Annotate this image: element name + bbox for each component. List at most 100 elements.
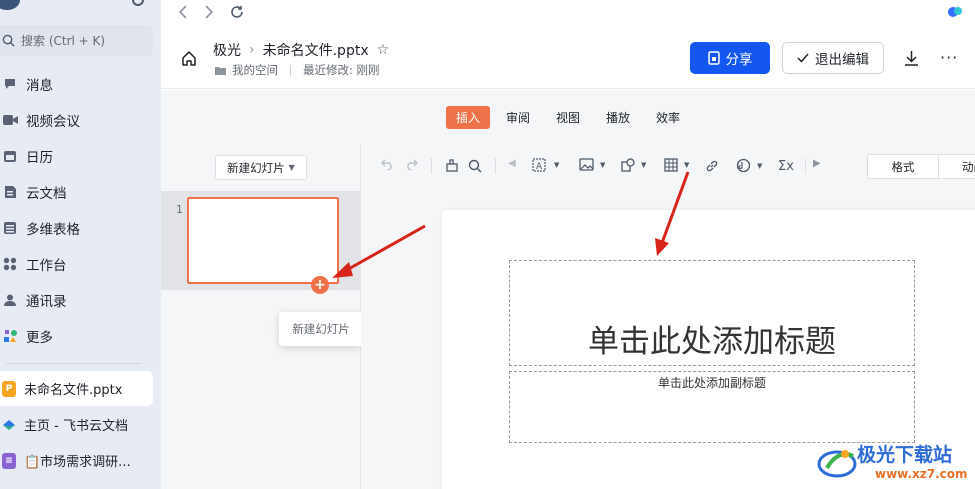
insert-toolbar: ◀ A ▼ ▼ ▼ ▼ ▼ Σx ▶ 格式 动画 <box>361 144 975 190</box>
table-insert-icon[interactable]: ▼ <box>664 158 689 172</box>
tab-play[interactable]: 播放 <box>596 106 640 129</box>
format-painter-icon[interactable] <box>445 159 459 173</box>
star-icon[interactable]: ☆ <box>377 42 390 58</box>
pptx-file-icon: P <box>2 380 16 397</box>
exit-edit-label: 退出编辑 <box>815 52 869 68</box>
sidebar-item-bitable[interactable]: 多维表格 <box>0 210 161 246</box>
svg-text:A: A <box>536 162 543 172</box>
workplace-icon <box>2 256 18 272</box>
bitable-file-icon: ≡ <box>2 452 16 469</box>
watermark-logo: 极光下载站 www.xz7.com <box>815 438 975 489</box>
recent-item-label: 未命名文件.pptx <box>24 383 123 398</box>
recent-list: P 未命名文件.pptx 主页 - 飞书云文档 ≡ 📋市场需求调研... <box>0 371 161 479</box>
tab-format[interactable]: 格式 <box>867 154 939 179</box>
search-icon <box>2 34 15 47</box>
sidebar-nav: 消息 视频会议 日历 云文档 多维表格 工作台 通讯录 更多 <box>0 66 161 354</box>
table-icon <box>2 220 18 236</box>
more-options-icon[interactable]: ··· <box>940 48 958 67</box>
tab-review[interactable]: 审阅 <box>496 106 540 129</box>
cloud-doc-icon <box>2 184 18 200</box>
recent-item-label: 📋市场需求调研... <box>24 455 131 470</box>
slide-number: 1 <box>176 203 183 216</box>
share-label: 分享 <box>725 52 753 68</box>
new-slide-button[interactable]: 新建幻灯片 ▼ <box>215 155 307 180</box>
sidebar-item-cloud-docs[interactable]: 云文档 <box>0 174 161 210</box>
sidebar-item-label: 通讯录 <box>26 294 67 310</box>
sidebar-item-label: 日历 <box>26 150 53 166</box>
more-apps-icon <box>2 328 18 344</box>
search-input[interactable]: 搜索 (Ctrl + K) <box>0 25 153 56</box>
scroll-right-icon[interactable]: ▶ <box>813 158 821 169</box>
sidebar-item-workplace[interactable]: 工作台 <box>0 246 161 282</box>
link-icon[interactable] <box>705 159 719 173</box>
new-slide-label: 新建幻灯片 <box>227 160 285 175</box>
home-icon[interactable] <box>181 50 197 66</box>
sidebar-item-contacts[interactable]: 通讯录 <box>0 282 161 318</box>
recent-item-pptx[interactable]: P 未命名文件.pptx <box>0 371 153 406</box>
tab-animation[interactable]: 动画 <box>939 154 975 179</box>
browser-nav <box>161 0 975 23</box>
image-icon[interactable]: ▼ <box>579 158 605 171</box>
recent-item-survey[interactable]: ≡ 📋市场需求调研... <box>0 443 161 478</box>
aurora-logo-icon <box>817 450 857 478</box>
exit-edit-button[interactable]: 退出编辑 <box>782 42 884 74</box>
back-icon[interactable] <box>178 4 188 19</box>
sidebar: 搜索 (Ctrl + K) 消息 视频会议 日历 云文档 多维表格 工作台 通讯… <box>0 0 161 489</box>
undo-icon[interactable] <box>381 159 394 170</box>
assistant-icon[interactable] <box>947 5 963 19</box>
caret-down-icon: ▼ <box>288 163 295 172</box>
message-icon <box>2 76 18 92</box>
tab-view[interactable]: 视图 <box>546 106 590 129</box>
doc-location[interactable]: 我的空间 <box>232 62 278 78</box>
sidebar-item-label: 多维表格 <box>26 222 80 238</box>
search-placeholder: 搜索 (Ctrl + K) <box>21 34 106 48</box>
shape-icon[interactable]: ▼ <box>621 158 646 172</box>
video-icon <box>2 112 18 128</box>
slide-thumbnail[interactable] <box>187 197 339 284</box>
download-icon[interactable] <box>904 50 919 66</box>
breadcrumb-root[interactable]: 极光 <box>213 40 241 60</box>
doc-meta: 我的空间 最近修改: 刚刚 <box>215 62 380 78</box>
feishu-docs-icon <box>2 417 16 433</box>
add-slide-plus-icon[interactable]: + <box>311 276 329 294</box>
folder-icon <box>215 66 226 75</box>
sidebar-item-label: 消息 <box>26 78 53 94</box>
lock-icon <box>707 51 720 65</box>
forward-icon[interactable] <box>204 4 214 19</box>
media-icon[interactable]: ▼ <box>736 158 762 173</box>
sidebar-item-label: 工作台 <box>26 258 67 274</box>
title-placeholder[interactable]: 单击此处添加标题 <box>509 260 915 366</box>
formula-icon[interactable]: Σx <box>778 159 794 174</box>
contacts-icon <box>2 292 18 308</box>
watermark-name: 极光下载站 <box>857 444 953 466</box>
subtitle-placeholder[interactable]: 单击此处添加副标题 <box>509 371 915 443</box>
sidebar-item-video[interactable]: 视频会议 <box>0 102 161 138</box>
doc-title[interactable]: 未命名文件.pptx <box>263 40 369 60</box>
recent-item-home[interactable]: 主页 - 飞书云文档 <box>0 407 161 442</box>
breadcrumb: 极光 › 未命名文件.pptx ☆ <box>213 40 389 60</box>
redo-icon[interactable] <box>405 159 418 170</box>
sidebar-item-messages[interactable]: 消息 <box>0 66 161 102</box>
doc-last-modified: 最近修改: 刚刚 <box>303 63 380 77</box>
sidebar-item-more[interactable]: 更多 <box>0 318 161 354</box>
scroll-left-icon[interactable]: ◀ <box>508 158 516 169</box>
search-icon[interactable] <box>468 159 482 173</box>
user-avatar[interactable] <box>0 0 20 10</box>
tab-efficiency[interactable]: 效率 <box>646 106 690 129</box>
calendar-icon <box>2 148 18 164</box>
doc-header: 极光 › 未命名文件.pptx ☆ 我的空间 最近修改: 刚刚 分享 退出编辑 … <box>161 23 975 89</box>
chevron-right-icon: › <box>249 42 255 58</box>
status-icon <box>132 0 144 6</box>
sidebar-item-label: 更多 <box>26 330 53 346</box>
sidebar-item-label: 视频会议 <box>26 114 80 130</box>
refresh-icon[interactable] <box>230 5 244 19</box>
ribbon-tabs: 插入 审阅 视图 播放 效率 <box>161 90 975 144</box>
textbox-icon[interactable]: A ▼ <box>532 158 559 172</box>
tab-insert[interactable]: 插入 <box>445 105 490 129</box>
share-button[interactable]: 分享 <box>690 42 770 74</box>
watermark-url: www.xz7.com <box>875 467 968 481</box>
sidebar-divider <box>6 363 142 364</box>
sidebar-item-label: 云文档 <box>26 186 67 202</box>
recent-item-label: 主页 - 飞书云文档 <box>24 419 128 434</box>
sidebar-item-calendar[interactable]: 日历 <box>0 138 161 174</box>
